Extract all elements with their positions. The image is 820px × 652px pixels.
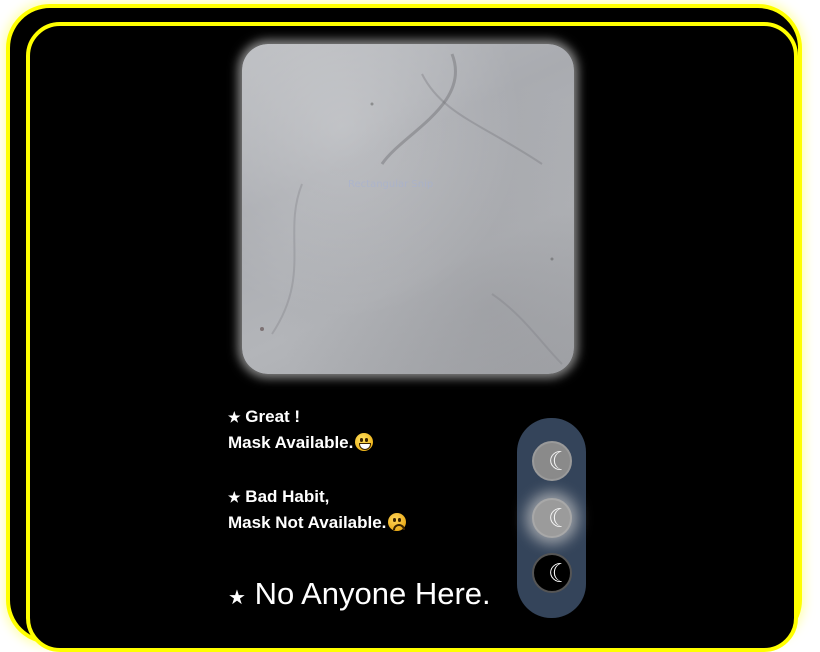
indicator-light-no-one: ☾ [532,553,572,593]
status-great-line1: Great ! [245,407,301,426]
status-bad-line2: Mask Not Available. [228,513,387,532]
moon-icon: ☾ [548,504,572,534]
status-bad-line1: Bad Habit, [245,487,330,506]
status-no-one-here: ★ No Anyone Here. [228,574,491,618]
status-great-line2: Mask Available. [228,433,354,452]
status-mask-available: ★ Great ! Mask Available. [228,404,374,456]
moon-icon: ☾ [548,447,572,477]
star-icon: ★ [228,587,246,609]
indicator-light-mask-not-available: ☾ [532,498,572,538]
grinning-face-icon [355,433,374,451]
status-none-text: No Anyone Here. [254,576,491,611]
star-icon: ★ [228,409,241,425]
star-icon: ★ [228,489,241,505]
moon-icon: ☾ [548,559,572,589]
camera-texture [260,53,563,365]
indicator-light-mask-available: ☾ [532,441,572,481]
status-indicator-light: ☾ ☾ ☾ [517,418,586,618]
camera-feed: Rectangular Snip [242,44,574,374]
worried-face-icon [388,513,407,531]
camera-watermark: Rectangular Snip [348,179,434,190]
status-mask-not-available: ★ Bad Habit, Mask Not Available. [228,484,407,536]
